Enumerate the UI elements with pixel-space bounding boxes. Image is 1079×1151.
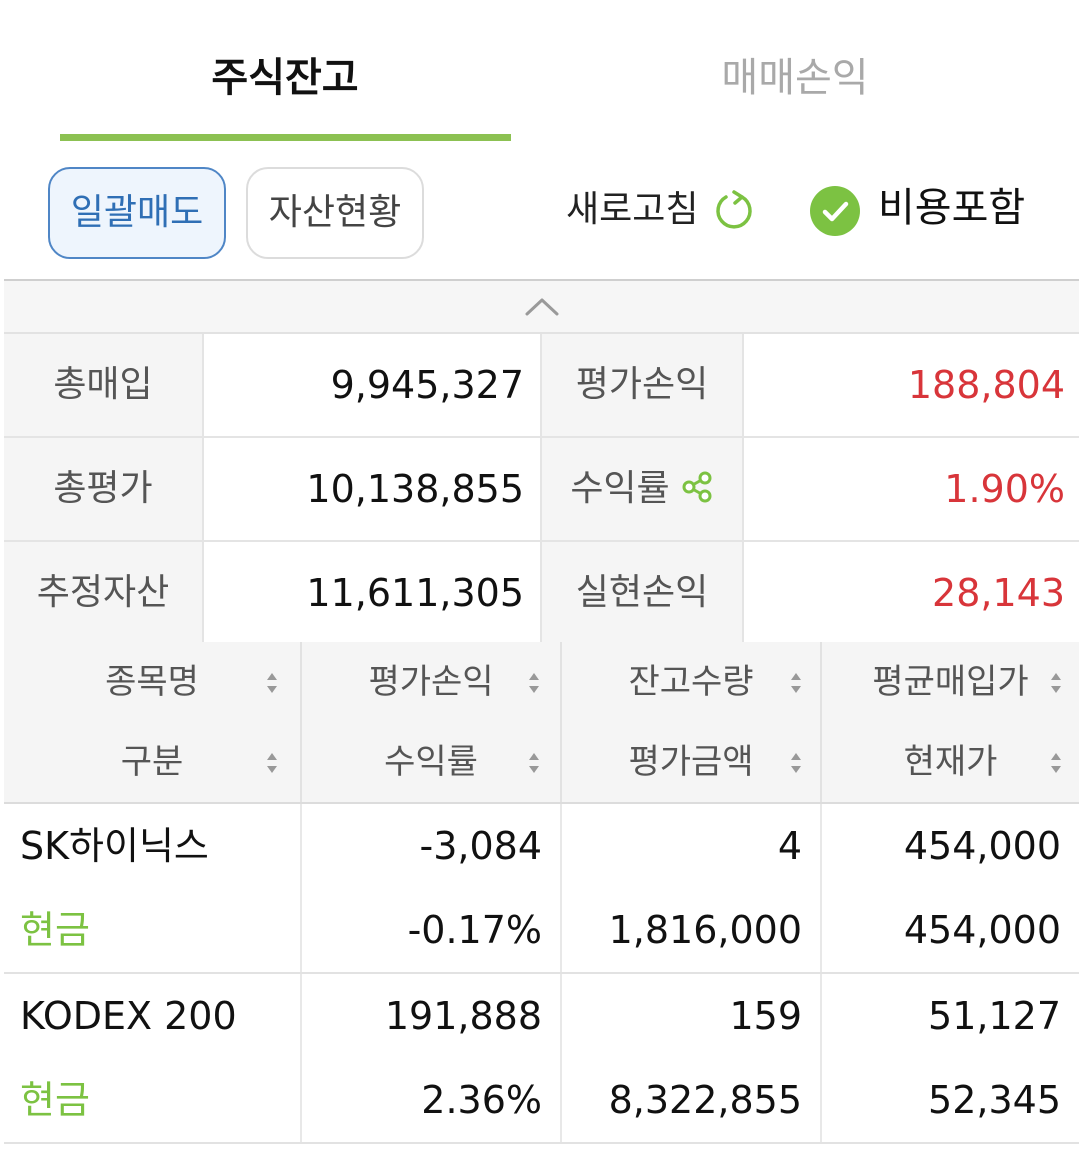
- header-current-price[interactable]: 현재가: [822, 722, 1079, 802]
- summary-row: 총매입 9,945,327 평가손익 188,804: [4, 334, 1079, 438]
- header-col-qty: 잔고수량 평가금액: [560, 642, 820, 802]
- row-col-pl: -3,084 -0.17%: [300, 804, 560, 972]
- est-assets-label: 추정자산: [4, 542, 202, 644]
- sort-icon[interactable]: [1050, 752, 1062, 774]
- realized-pl-value: 28,143: [742, 542, 1079, 644]
- return-label-cell: 수익률: [540, 438, 742, 540]
- row-col-price: 51,127 52,345: [820, 974, 1079, 1142]
- est-assets-value: 11,611,305: [202, 542, 540, 644]
- eval-pl: 191,888: [384, 994, 542, 1038]
- return-rate: 2.36%: [421, 1078, 542, 1122]
- header-return[interactable]: 수익률: [302, 722, 560, 802]
- sort-icon[interactable]: [266, 672, 278, 694]
- header-col-pl: 평가손익 수익률: [300, 642, 560, 802]
- row-col-name: KODEX 200 현금: [4, 974, 300, 1142]
- check-icon[interactable]: [810, 186, 860, 236]
- realized-pl-label: 실현손익: [540, 542, 742, 644]
- eval-amount: 1,816,000: [608, 908, 802, 952]
- sort-icon[interactable]: [528, 752, 540, 774]
- row-col-qty: 159 8,322,855: [560, 974, 820, 1142]
- row-col-price: 454,000 454,000: [820, 804, 1079, 972]
- return-rate: -0.17%: [407, 908, 542, 952]
- asset-status-button[interactable]: 자산현황: [246, 167, 424, 259]
- include-fees-toggle[interactable]: 비용포함: [878, 178, 1025, 238]
- avg-price: 51,127: [928, 994, 1061, 1038]
- total-eval-value: 10,138,855: [202, 438, 540, 540]
- stock-name[interactable]: SK하이닉스: [4, 804, 300, 888]
- header-eval-pl[interactable]: 평가손익: [302, 642, 560, 722]
- account-type: 현금: [20, 1078, 90, 1122]
- total-purchase-label: 총매입: [4, 334, 202, 436]
- stock-name[interactable]: KODEX 200: [4, 974, 300, 1058]
- current-price: 52,345: [928, 1078, 1061, 1122]
- sort-icon[interactable]: [1050, 672, 1062, 694]
- refresh-icon[interactable]: [712, 188, 756, 232]
- row-col-name: SK하이닉스 현금: [4, 804, 300, 972]
- balance-qty: 159: [729, 994, 802, 1038]
- sort-icon[interactable]: [266, 752, 278, 774]
- tab-stock-balance[interactable]: 주식잔고: [60, 48, 510, 108]
- sort-icon[interactable]: [790, 752, 802, 774]
- eval-pl: -3,084: [419, 824, 543, 868]
- total-eval-label: 총평가: [4, 438, 202, 540]
- header-name[interactable]: 종목명: [4, 642, 300, 722]
- header-avg-price[interactable]: 평균매입가: [822, 642, 1079, 722]
- eval-pl-value: 188,804: [742, 334, 1079, 436]
- row-col-qty: 4 1,816,000: [560, 804, 820, 972]
- return-label: 수익률: [570, 468, 670, 509]
- sort-icon[interactable]: [528, 672, 540, 694]
- active-tab-indicator: [60, 134, 511, 141]
- tab-trading-pl[interactable]: 매매손익: [570, 48, 1020, 108]
- balance-qty: 4: [777, 824, 802, 868]
- header-col-name: 종목명 구분: [4, 642, 300, 802]
- summary-row: 총평가 10,138,855 수익률 1.90%: [4, 438, 1079, 542]
- summary-row: 추정자산 11,611,305 실현손익 28,143: [4, 542, 1079, 646]
- eval-pl-label: 평가손익: [540, 334, 742, 436]
- avg-price: 454,000: [903, 824, 1061, 868]
- header-col-price: 평균매입가 현재가: [820, 642, 1079, 802]
- table-row[interactable]: SK하이닉스 현금 -3,084 -0.17% 4 1,816,000 454,…: [4, 804, 1079, 974]
- tab-bar: 주식잔고 매매손익: [0, 0, 1079, 142]
- total-purchase-value: 9,945,327: [202, 334, 540, 436]
- refresh-button[interactable]: 새로고침: [566, 180, 698, 240]
- header-eval-amount[interactable]: 평가금액: [562, 722, 820, 802]
- eval-amount: 8,322,855: [608, 1078, 802, 1122]
- header-type[interactable]: 구분: [4, 722, 300, 802]
- share-icon[interactable]: [680, 470, 714, 504]
- table-row[interactable]: KODEX 200 현금 191,888 2.36% 159 8,322,855…: [4, 974, 1079, 1144]
- current-price: 454,000: [903, 908, 1061, 952]
- sell-all-button[interactable]: 일괄매도: [48, 167, 226, 259]
- account-type: 현금: [20, 908, 90, 952]
- sort-icon[interactable]: [790, 672, 802, 694]
- return-value: 1.90%: [742, 438, 1079, 540]
- row-col-pl: 191,888 2.36%: [300, 974, 560, 1142]
- chevron-up-icon[interactable]: [524, 295, 560, 317]
- holdings-header: 종목명 구분 평가손익 수익률 잔고수량 평가금액 평균매입가 현재가: [4, 642, 1079, 804]
- header-qty[interactable]: 잔고수량: [562, 642, 820, 722]
